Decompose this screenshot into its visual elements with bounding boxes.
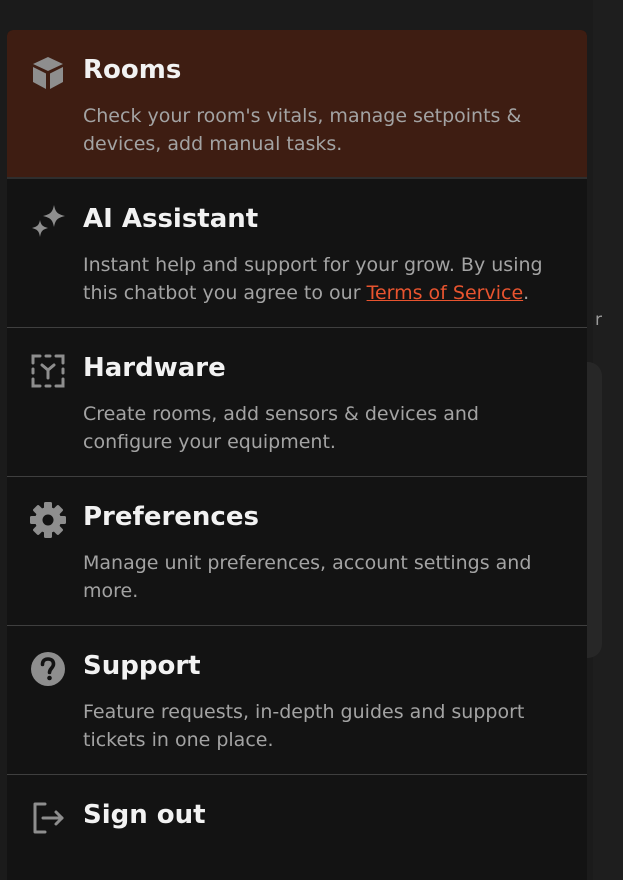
menu-item-title: Hardware — [83, 353, 226, 383]
sparkles-icon — [29, 203, 67, 241]
menu-item-description: Create rooms, add sensors & devices and … — [83, 403, 479, 453]
menu-item-description: Check your room's vitals, manage setpoin… — [83, 105, 522, 155]
gear-icon — [29, 501, 67, 539]
menu-item-description: Feature requests, in-depth guides and su… — [83, 701, 525, 751]
description-end: . — [523, 282, 530, 304]
background-partial-text: r — [595, 310, 602, 330]
menu-item-rooms[interactable]: Rooms Check your room's vitals, manage s… — [7, 30, 587, 179]
question-circle-icon — [29, 650, 67, 688]
sign-out-icon — [29, 799, 67, 837]
menu-item-description: Instant help and support for your grow. … — [83, 251, 553, 307]
menu-item-title: Preferences — [83, 502, 259, 532]
scan-device-icon — [29, 352, 67, 390]
cube-icon — [29, 54, 67, 92]
menu-item-title: Support — [83, 651, 201, 681]
menu-item-title: Rooms — [83, 55, 182, 85]
terms-of-service-link[interactable]: Terms of Service — [367, 282, 524, 304]
menu-item-sign-out[interactable]: Sign out — [7, 775, 587, 875]
menu-item-support[interactable]: Support Feature requests, in-depth guide… — [7, 626, 587, 775]
menu-item-preferences[interactable]: Preferences Manage unit preferences, acc… — [7, 477, 587, 626]
navigation-menu: Rooms Check your room's vitals, manage s… — [7, 30, 587, 880]
menu-item-title: AI Assistant — [83, 204, 259, 234]
menu-item-title: Sign out — [83, 800, 206, 830]
menu-item-hardware[interactable]: Hardware Create rooms, add sensors & dev… — [7, 328, 587, 477]
menu-item-ai-assistant[interactable]: AI Assistant Instant help and support fo… — [7, 179, 587, 328]
menu-item-description: Manage unit preferences, account setting… — [83, 552, 532, 602]
